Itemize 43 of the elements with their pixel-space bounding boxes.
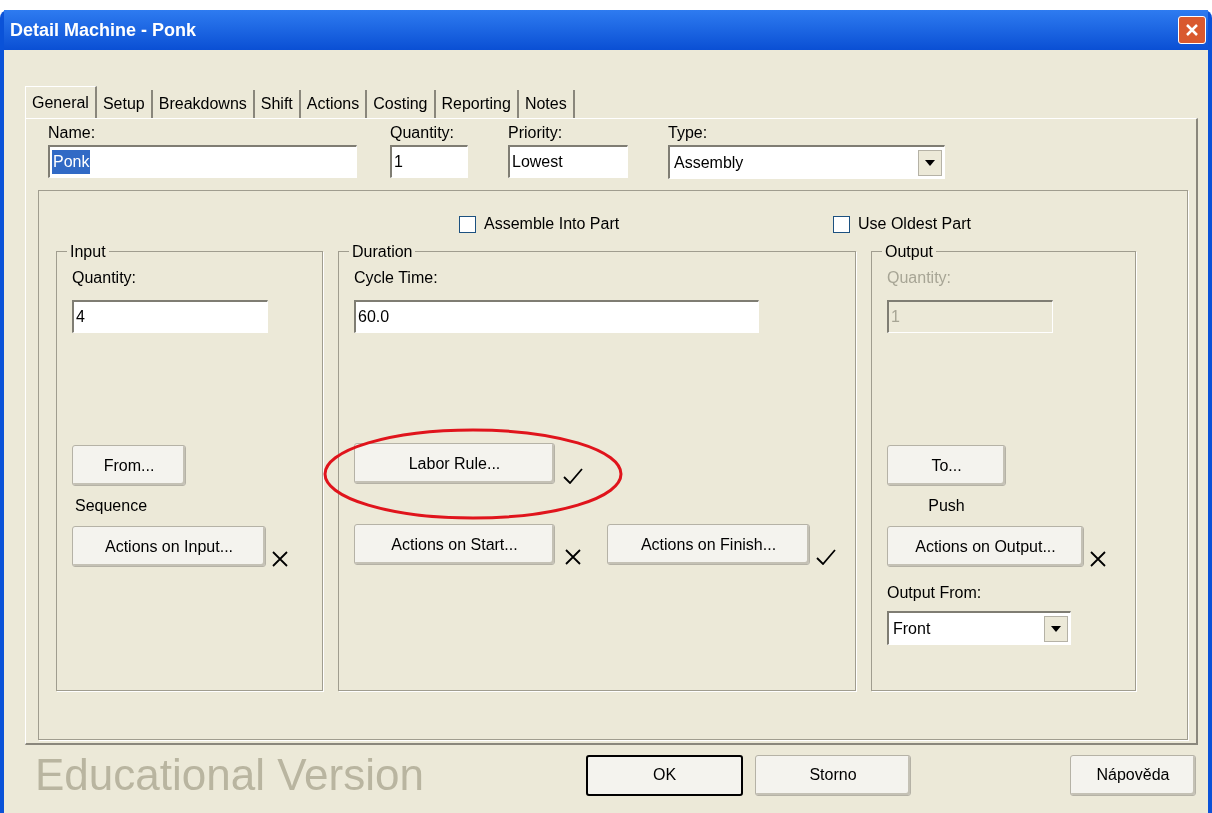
cycle-time-field[interactable]: 60.0 (354, 300, 759, 333)
labor-rule-button[interactable]: Labor Rule... (354, 443, 555, 484)
tab[interactable]: Actions (300, 90, 368, 118)
actions-button[interactable]: Actions on Output... (887, 526, 1084, 567)
field-label: Cycle Time: (354, 268, 439, 288)
output-from-dropdown[interactable]: Front (887, 611, 1071, 645)
field-label: Name: (48, 123, 97, 143)
actions-button[interactable]: Actions on Input... (72, 526, 266, 567)
quantity-field[interactable]: 1 (390, 145, 468, 178)
field-label: Quantity: (887, 268, 953, 288)
field-label: Output From: (887, 583, 983, 603)
field-label: Quantity: (390, 123, 456, 143)
name-field[interactable]: Ponk (48, 145, 357, 178)
window-title: Detail Machine - Ponk (10, 18, 197, 42)
actions-button[interactable]: Actions on Finish... (607, 524, 810, 565)
tab[interactable]: Breakdowns (152, 90, 255, 118)
field-label: Type: (668, 123, 709, 143)
mode-label: Push (927, 496, 966, 516)
checkbox[interactable] (833, 215, 850, 233)
field-label: Priority: (508, 123, 564, 143)
checkbox-label: Use Oldest Part (858, 214, 971, 234)
dialog-button[interactable]: OK (586, 754, 743, 796)
tab[interactable]: Setup (96, 90, 153, 118)
quantity-field[interactable]: 4 (72, 300, 268, 333)
tab[interactable]: Costing (367, 90, 436, 118)
from-button[interactable]: From... (72, 445, 186, 486)
dialog-button[interactable]: Nápověda (1070, 754, 1196, 796)
checkbox[interactable] (459, 215, 476, 233)
tab[interactable]: Notes (518, 90, 575, 118)
close-button[interactable] (1178, 16, 1206, 44)
checkbox-label: Assemble Into Part (484, 214, 620, 234)
tab[interactable]: Shift (254, 90, 301, 118)
close-icon (1185, 23, 1199, 37)
type-dropdown[interactable]: Assembly (668, 145, 945, 179)
priority-field[interactable]: Lowest (508, 145, 628, 178)
field-label: Quantity: (72, 268, 138, 288)
tab[interactable]: Reporting (435, 90, 519, 118)
background-text: Educational Version (35, 749, 425, 801)
actions-button[interactable]: Actions on Start... (354, 524, 555, 565)
to-button[interactable]: To... (887, 445, 1006, 486)
mode-label: Sequence (75, 496, 149, 516)
tab[interactable]: General (25, 86, 97, 118)
dialog-button[interactable]: Storno (755, 754, 911, 796)
